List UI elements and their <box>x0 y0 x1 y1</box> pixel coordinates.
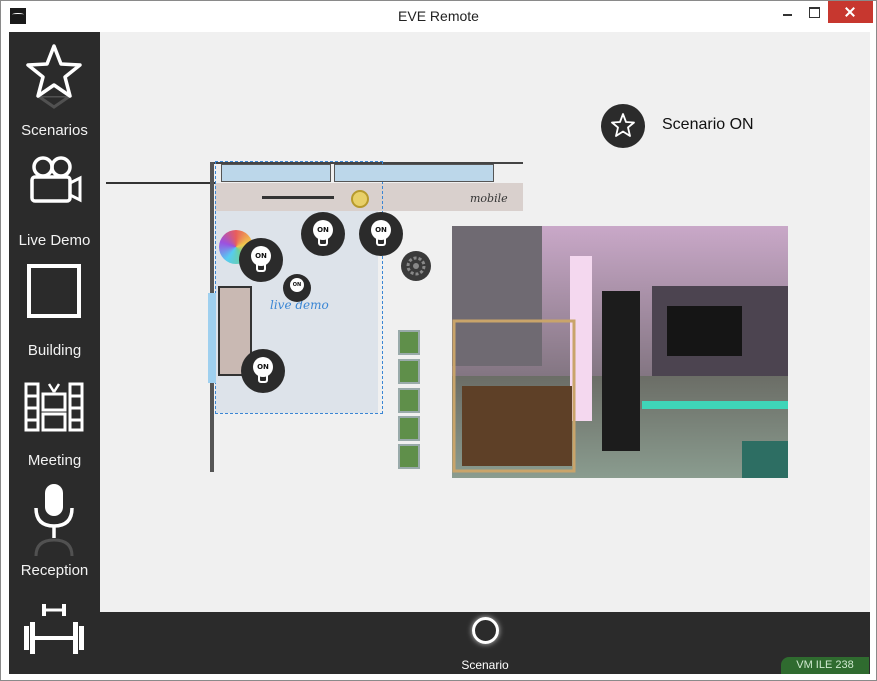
window-panel <box>221 164 331 182</box>
dumbbell-icon <box>23 598 85 660</box>
mobile-label: mobile <box>470 192 508 205</box>
scenario-star-button[interactable] <box>601 104 645 148</box>
gear-icon[interactable] <box>401 251 431 281</box>
sidebar-item-building[interactable]: Building <box>9 252 100 362</box>
sidebar-item-label: Reception <box>20 562 89 579</box>
media-wall-icon <box>23 370 85 432</box>
sidebar-item-label: Scenarios <box>21 122 88 139</box>
plant-icon <box>398 416 420 441</box>
light-bulb-button[interactable]: ON <box>239 238 283 282</box>
close-button[interactable] <box>828 1 873 23</box>
video-camera-icon <box>23 150 85 212</box>
app-window: EVE Remote Scenarios Live Demo Building … <box>0 0 877 681</box>
plant-icon <box>398 388 420 413</box>
scenario-button-label: Scenario <box>461 658 509 672</box>
scenario-status-text: Scenario ON <box>662 116 754 133</box>
star-icon <box>23 40 85 102</box>
sidebar-item-label: Meeting <box>27 452 82 469</box>
sidebar: Scenarios Live Demo Building Meeting Rec… <box>9 32 100 674</box>
square-building-icon <box>23 260 85 322</box>
window-panel <box>208 293 216 383</box>
floorplan-wall <box>106 182 216 184</box>
floorplan-shelf <box>262 196 334 199</box>
star-reflection <box>23 96 85 116</box>
scenario-button[interactable]: Scenario <box>456 614 514 672</box>
title-bar[interactable]: EVE Remote <box>1 1 876 32</box>
star-icon <box>611 113 635 137</box>
sidebar-item-label: Live Demo <box>18 232 91 249</box>
plant-icon <box>398 330 420 355</box>
microphone-reflection <box>23 538 85 558</box>
sidebar-item-meeting[interactable]: Meeting <box>9 362 100 472</box>
light-bulb-button[interactable]: ON <box>241 349 285 393</box>
minimize-button[interactable] <box>774 1 801 23</box>
sidebar-item-reception[interactable]: Reception <box>9 472 100 582</box>
plant-icon <box>398 444 420 469</box>
bottom-app-bar: Scenario VM ILE 238 <box>100 612 870 674</box>
light-bulb-button[interactable]: ON <box>301 212 345 256</box>
sidebar-item-fitness[interactable] <box>9 582 100 674</box>
window-panel <box>334 164 494 182</box>
microphone-icon <box>23 480 85 542</box>
plant-icon <box>398 359 420 384</box>
lamp-icon[interactable] <box>351 190 369 208</box>
circle-icon <box>472 617 499 644</box>
main-content: Scenario ON mobile live demo ON ON ON ON… <box>100 32 870 612</box>
light-bulb-button[interactable]: ON <box>359 212 403 256</box>
vm-badge: VM ILE 238 <box>781 657 869 674</box>
live-camera-feed[interactable] <box>452 226 788 478</box>
color-light-button[interactable]: ON <box>283 274 311 302</box>
maximize-button[interactable] <box>801 1 828 23</box>
window-title: EVE Remote <box>398 8 479 24</box>
sidebar-item-scenarios[interactable]: Scenarios <box>9 32 100 142</box>
sidebar-item-live-demo[interactable]: Live Demo <box>9 142 100 252</box>
sidebar-item-label: Building <box>27 342 82 359</box>
